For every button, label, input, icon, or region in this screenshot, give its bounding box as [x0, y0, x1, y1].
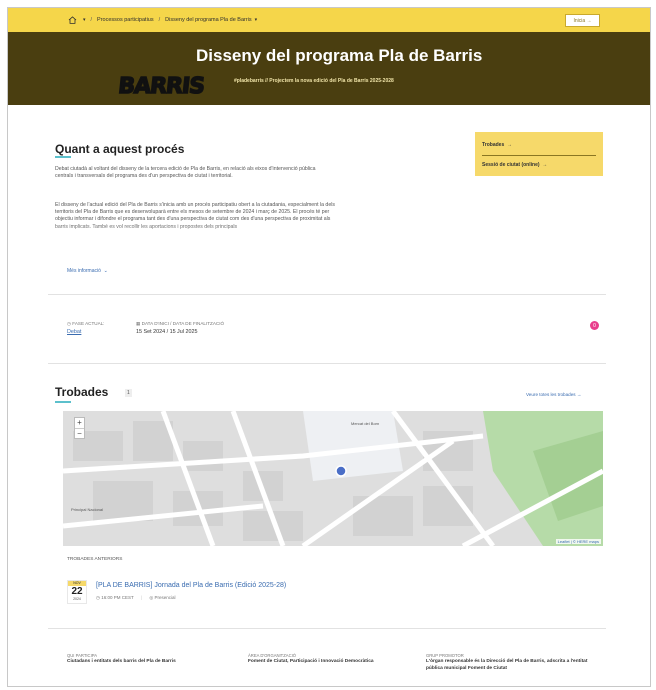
event-time: 16:00 PM CEST	[101, 595, 134, 600]
dates-label: ▦ DATA D'INICI / DATA DE FINALITZACIÓ	[136, 321, 225, 326]
see-all-meetings-link[interactable]: Veure totes les trobades →	[526, 392, 581, 397]
participants-label: QUI PARTICIPA	[67, 653, 98, 658]
page-frame: ▾ / Processos participatius / Disseny de…	[7, 7, 651, 687]
title-underline	[55, 401, 71, 403]
event-type: Presencial	[154, 595, 176, 600]
nav-online-session-label: Sessió de ciutat (online)	[482, 162, 540, 168]
process-nav-box: Trobades → Sessió de ciutat (online) →	[475, 132, 603, 176]
event-meta: ◷ 16:00 PM CEST | ◎ Presencial	[96, 595, 176, 600]
divider	[482, 155, 596, 156]
meetings-map[interactable]: Mercat del Born Principal Nacional + − L…	[63, 411, 603, 546]
chevron-down-icon[interactable]: ▾	[83, 17, 86, 23]
arrow-right-icon: →	[575, 392, 582, 397]
arrow-right-icon: →	[505, 142, 513, 148]
event-date: NOV 22 2024	[67, 580, 87, 604]
divider	[48, 628, 606, 629]
breadcrumb-separator: /	[90, 17, 93, 23]
process-subtitle: #pladebarris // Projectem la nova edició…	[234, 78, 394, 84]
map-tiles: Mercat del Born Principal Nacional	[63, 411, 603, 546]
participants-value: Ciutadans i entitats dels barris del Pla…	[67, 659, 176, 664]
hero-banner: Disseny del programa Pla de Barris BARRI…	[8, 32, 650, 105]
phase-label: ◷ FASE ACTUAL:	[67, 321, 105, 326]
barris-logo: BARRIS	[118, 73, 206, 98]
area-label: ÀREA D'ORGANITZACIÓ	[248, 653, 297, 658]
login-label: Inicia	[573, 17, 586, 24]
svg-text:Principal Nacional: Principal Nacional	[71, 507, 103, 512]
map-zoom-control: + −	[74, 417, 85, 439]
breadcrumb-processes[interactable]: Processos participatius	[97, 17, 154, 23]
chevron-down-icon: ⌄	[102, 268, 108, 274]
home-icon[interactable]	[68, 16, 77, 24]
previous-meetings-label: TROBADES ANTERIORS	[67, 557, 123, 562]
arrow-right-icon: →	[540, 162, 548, 168]
phase-value[interactable]: Debat	[67, 329, 81, 335]
login-button[interactable]: Inicia →	[565, 14, 600, 27]
notification-badge[interactable]: 0	[590, 321, 599, 330]
more-info-label: Més informació	[67, 268, 101, 274]
event-day: 22	[71, 586, 83, 597]
nav-meetings-link[interactable]: Trobades →	[482, 142, 512, 148]
promoter-label: GRUP PROMOTOR	[426, 653, 464, 658]
title-underline	[55, 156, 71, 158]
divider	[48, 294, 606, 295]
zoom-in-button[interactable]: +	[75, 418, 84, 428]
nav-online-session-link[interactable]: Sessió de ciutat (online) →	[482, 162, 547, 168]
about-title: Quant a aquest procés	[55, 142, 185, 156]
svg-text:Mercat del Born: Mercat del Born	[351, 421, 379, 426]
top-nav: ▾ / Processos participatius / Disseny de…	[8, 8, 650, 32]
process-title: Disseny del programa Pla de Barris	[196, 46, 483, 65]
more-info-link[interactable]: Més informació ⌄	[67, 268, 108, 274]
meetings-title: Trobades	[55, 385, 109, 399]
map-location-pin	[335, 465, 347, 477]
svg-text:BARRIS: BARRIS	[118, 74, 205, 98]
promoter-value: L'òrgan responsable és la Direcció del P…	[426, 659, 588, 671]
zoom-out-button[interactable]: −	[75, 428, 84, 438]
event-year: 2024	[73, 597, 81, 601]
dates-value: 15 Set 2024 / 15 Jul 2025	[136, 329, 198, 335]
meetings-count: 1	[125, 389, 132, 397]
chevron-down-icon[interactable]: ▾	[255, 17, 258, 23]
breadcrumb-separator: /	[158, 17, 161, 23]
about-description: Debat ciutadà al voltant del disseny de …	[55, 166, 316, 180]
breadcrumb-current[interactable]: Disseny del programa Pla de Barris	[165, 17, 252, 23]
nav-meetings-label: Trobades	[482, 142, 505, 148]
event-title-link[interactable]: [PLA DE BARRIS] Jornada del Pla de Barri…	[96, 582, 286, 589]
area-value: Foment de Ciutat, Participació i Innovac…	[248, 659, 374, 664]
arrow-right-icon: →	[585, 17, 592, 24]
map-attribution[interactable]: Leaflet | © HERE maps	[555, 539, 601, 544]
divider	[48, 363, 606, 364]
text-fade	[48, 222, 348, 250]
